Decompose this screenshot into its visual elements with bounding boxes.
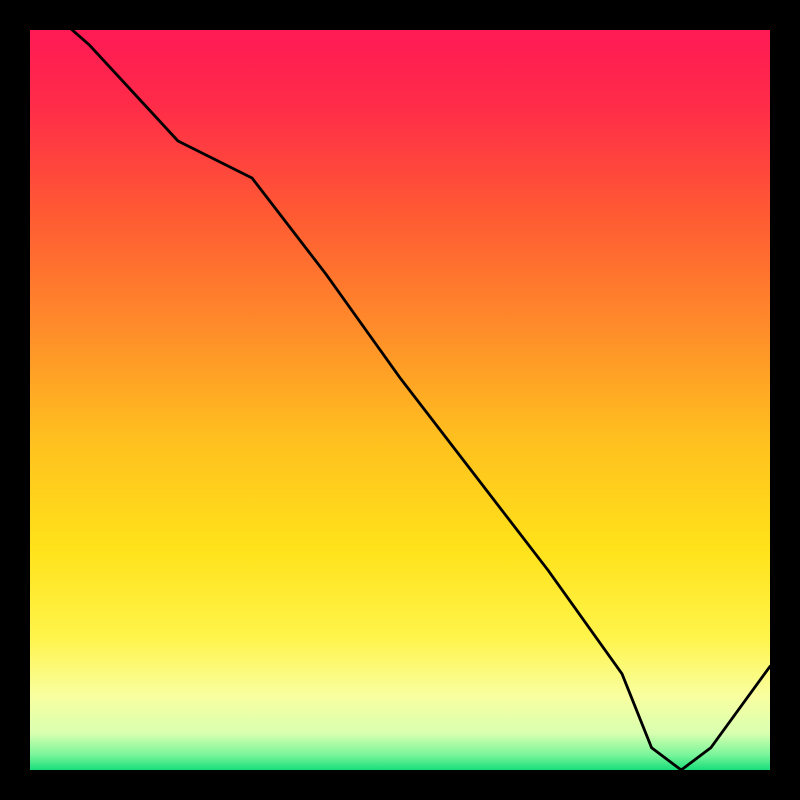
bottleneck-chart <box>0 0 800 800</box>
plot-area <box>30 30 770 770</box>
